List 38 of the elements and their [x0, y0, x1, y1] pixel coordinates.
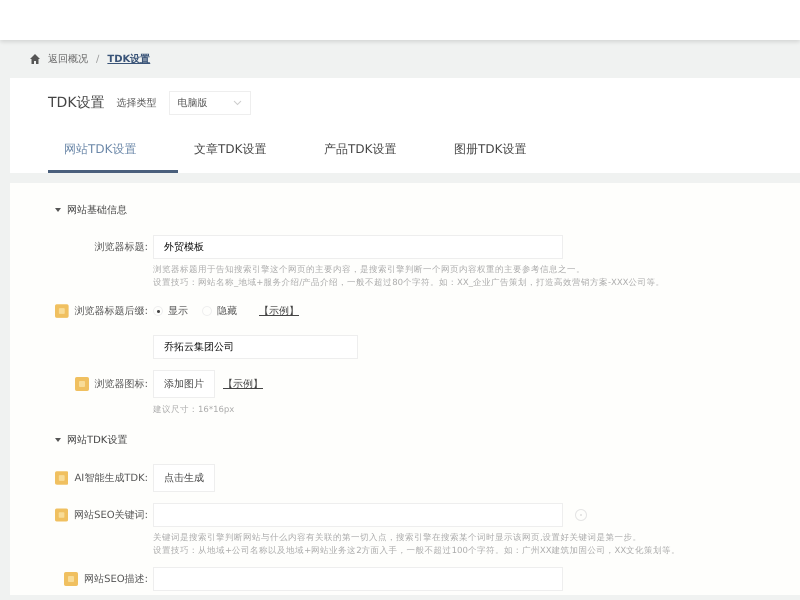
section-title: 网站基础信息: [67, 204, 127, 218]
tab[interactable]: 产品TDK设置: [308, 128, 438, 173]
add-image-button[interactable]: 添加图片: [153, 370, 215, 398]
tab[interactable]: 网站TDK设置: [48, 128, 178, 173]
breadcrumb-link[interactable]: TDK设置: [107, 52, 150, 66]
page-title: TDK设置: [48, 94, 105, 112]
section-title: 网站TDK设置: [67, 434, 128, 448]
type-label: 选择类型: [116, 96, 157, 110]
badge-icon: [64, 572, 78, 586]
breadcrumb-separator: /: [96, 52, 100, 66]
radio-option[interactable]: 显示: [153, 304, 188, 318]
input-field[interactable]: 外贸模板: [153, 235, 563, 259]
field-label: 网站SEO关键词:: [74, 508, 148, 522]
badge-icon: [55, 508, 68, 522]
type-select[interactable]: 电脑版: [168, 91, 251, 115]
badge-icon: [55, 304, 69, 318]
field-label: 浏览器标题后缀:: [74, 304, 148, 318]
field-label: AI智能生成TDK:: [74, 472, 148, 486]
field-label: 浏览器标题:: [94, 240, 148, 254]
help-text: 浏览器标题用于告知搜索引擎这个网页的主要内容，是搜索引擎判断一个网页内容权重的主要参考信息之一。 设置技巧：网站名称_地域+服务介绍/产品介绍，一般不超过80个字符。如：XX_企业广告策划，打造高效营销方案-XXX公司等。: [153, 264, 666, 290]
tab[interactable]: 图册TDK设置: [438, 128, 568, 173]
generate-button[interactable]: 点击生成: [153, 464, 215, 492]
example-link[interactable]: 【示例】: [259, 304, 299, 318]
field-label: 浏览器图标:: [94, 378, 148, 392]
caret-icon[interactable]: [55, 437, 61, 443]
field-label: 网站SEO描述:: [84, 572, 148, 586]
badge-icon: [74, 377, 89, 391]
input-field[interactable]: 乔拓云集团公司: [153, 335, 358, 359]
caret-icon[interactable]: [55, 207, 61, 213]
chevron-icon: [232, 100, 242, 106]
home-icon: [30, 54, 40, 64]
help-text: 关键词是搜索引擎判断网站与什么内容有关联的第一切入点，搜索引擎在搜索某个词时显示该网页,设置好关键词是第一步。 设置技巧：从地域+公司名称以及地域+网站业务这2方面入手，一般不超过100个字符。如：广州XX建筑加固公司，XX文化策划等。: [153, 532, 682, 558]
badge-icon: [55, 471, 68, 485]
radio-option[interactable]: 隐藏: [202, 304, 237, 318]
example-link[interactable]: 【示例】: [223, 376, 263, 392]
breadcrumb-link[interactable]: 返回概况: [48, 52, 88, 66]
size-hint: 建议尺寸：16*16px: [153, 404, 236, 417]
tab[interactable]: 文章TDK设置: [178, 128, 308, 173]
